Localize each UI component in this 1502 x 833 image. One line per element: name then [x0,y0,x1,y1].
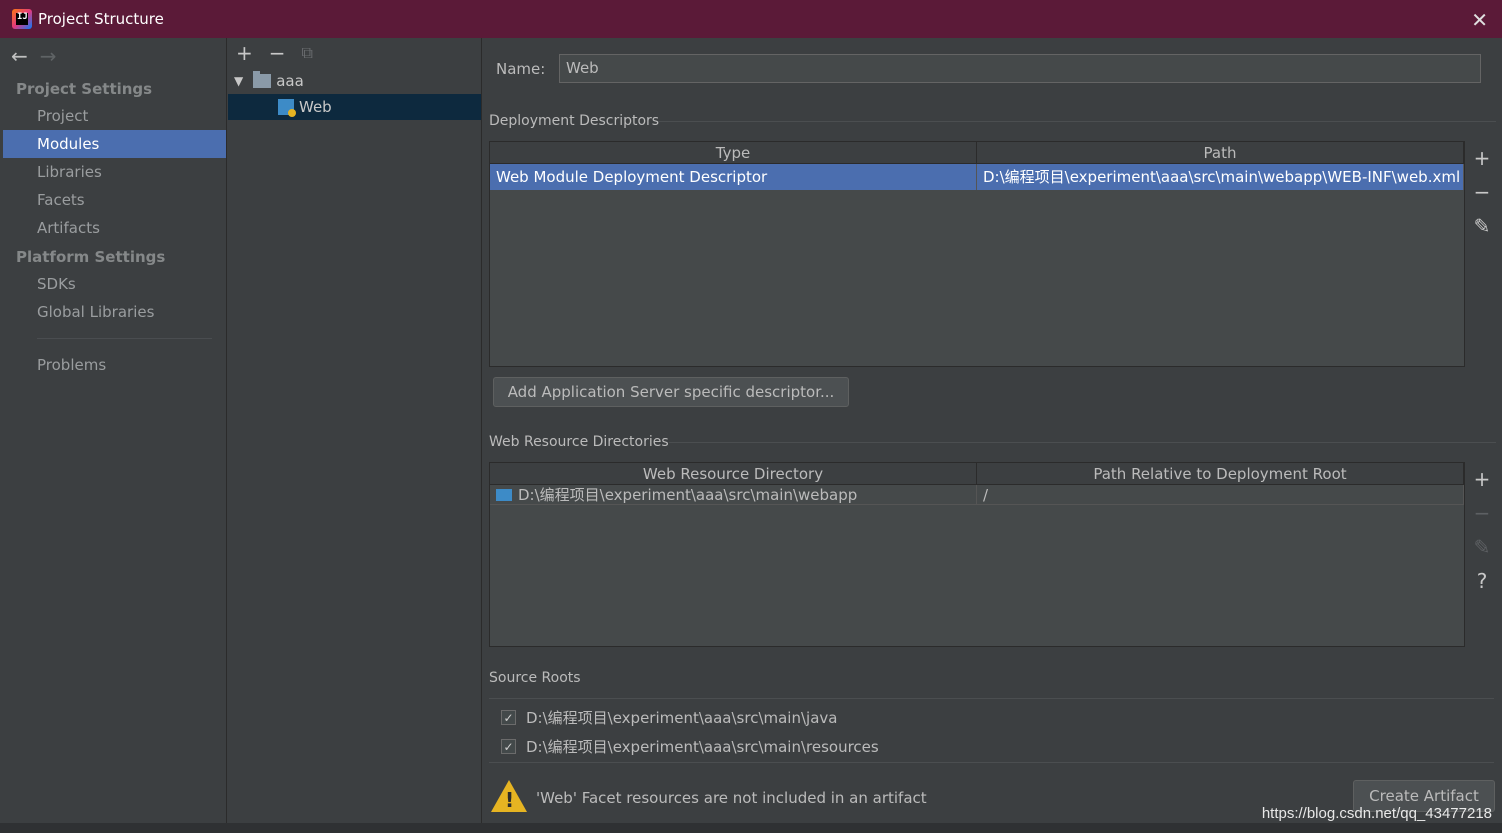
back-arrow-icon[interactable]: ← [11,44,28,68]
copy-icon[interactable]: ⧉ [302,43,313,63]
settings-sidebar: ← → Project Settings Project Modules Lib… [3,38,227,823]
sidebar-item-libraries[interactable]: Libraries [3,158,226,186]
expand-arrow-icon[interactable]: ▼ [234,74,243,88]
sidebar-item-modules[interactable]: Modules [3,130,226,158]
source-root-path: D:\编程项目\experiment\aaa\src\main\java [526,709,838,727]
sidebar-item-global-libraries[interactable]: Global Libraries [3,298,226,326]
column-header-type[interactable]: Type [490,142,977,163]
project-settings-heading: Project Settings [16,80,153,98]
edit-icon[interactable]: ✎ [1474,535,1491,559]
remove-icon[interactable]: − [1474,501,1491,525]
sidebar-item-problems[interactable]: Problems [3,351,226,379]
web-resource-directories-table: Web Resource Directory Path Relative to … [489,462,1465,647]
web-folder-icon [496,489,512,501]
platform-settings-heading: Platform Settings [16,248,166,266]
section-divider [669,442,1496,443]
section-divider [658,121,1496,122]
list-item[interactable]: ✓ D:\编程项目\experiment\aaa\src\main\resour… [489,732,1494,761]
source-root-path: D:\编程项目\experiment\aaa\src\main\resource… [526,738,879,756]
tree-node-label: aaa [276,72,304,90]
source-roots-heading: Source Roots [489,670,581,686]
tree-node-aaa[interactable]: ▼ aaa [228,68,481,94]
deployment-descriptors-table: Type Path Web Module Deployment Descript… [489,141,1465,367]
column-header-relative-path[interactable]: Path Relative to Deployment Root [977,463,1464,484]
deployment-table-tools: + − ✎ [1466,146,1498,238]
bottom-edge [0,823,1502,833]
remove-icon[interactable]: − [1474,180,1491,204]
source-roots-list: ✓ D:\编程项目\experiment\aaa\src\main\java ✓… [489,698,1494,763]
web-facet-icon [278,99,296,117]
web-resource-table-tools: + − ✎ ? [1466,467,1498,593]
source-root-checkbox[interactable]: ✓ [501,710,516,725]
add-icon[interactable]: + [1474,146,1491,170]
intellij-app-icon: IJ [12,9,32,29]
tree-node-web[interactable]: Web [228,94,481,120]
nav-arrows: ← → [3,38,226,74]
help-icon[interactable]: ? [1477,569,1488,593]
source-root-checkbox[interactable]: ✓ [501,739,516,754]
add-icon[interactable]: + [1474,467,1491,491]
sidebar-item-project[interactable]: Project [3,102,226,130]
title-bar: IJ Project Structure ✕ [0,0,1502,38]
edit-icon[interactable]: ✎ [1474,214,1491,238]
column-header-path[interactable]: Path [977,142,1464,163]
web-resource-directories-heading: Web Resource Directories [489,434,669,450]
table-row[interactable]: D:\编程项目\experiment\aaa\src\main\webapp / [490,485,1464,511]
web-resource-directory-cell: D:\编程项目\experiment\aaa\src\main\webapp [490,485,977,505]
deployment-descriptors-heading: Deployment Descriptors [489,113,660,129]
watermark-text: https://blog.csdn.net/qq_43477218 [1261,805,1492,822]
close-icon[interactable]: ✕ [1471,8,1488,32]
relative-path-cell: / [977,485,1464,505]
list-item[interactable]: ✓ D:\编程项目\experiment\aaa\src\main\java [489,703,1494,732]
sidebar-item-artifacts[interactable]: Artifacts [3,214,226,242]
tree-node-label: Web [299,98,332,116]
sidebar-divider [37,338,212,339]
module-folder-icon [253,71,272,88]
add-icon[interactable]: + [236,41,253,65]
descriptor-type-cell: Web Module Deployment Descriptor [490,164,977,190]
window-title: Project Structure [38,10,164,28]
table-header: Web Resource Directory Path Relative to … [490,463,1464,485]
forward-arrow-icon[interactable]: → [40,44,57,68]
remove-icon[interactable]: − [269,41,286,65]
module-tree-panel: + − ⧉ ▼ aaa Web [228,38,482,823]
table-header: Type Path [490,142,1464,164]
sidebar-item-sdks[interactable]: SDKs [3,270,226,298]
warning-message: 'Web' Facet resources are not included i… [536,789,927,807]
add-server-descriptor-button[interactable]: Add Application Server specific descript… [493,377,849,407]
facet-settings-panel: Name: Web Deployment Descriptors Type Pa… [483,38,1502,823]
column-header-web-resource-directory[interactable]: Web Resource Directory [490,463,977,484]
name-field[interactable]: Web [559,54,1481,83]
tree-toolbar: + − ⧉ [228,38,481,68]
warning-icon: ! [491,780,527,812]
sidebar-item-facets[interactable]: Facets [3,186,226,214]
descriptor-path-cell: D:\编程项目\experiment\aaa\src\main\webapp\W… [977,164,1464,190]
table-row[interactable]: Web Module Deployment Descriptor D:\编程项目… [490,164,1464,190]
name-label: Name: [496,60,546,78]
